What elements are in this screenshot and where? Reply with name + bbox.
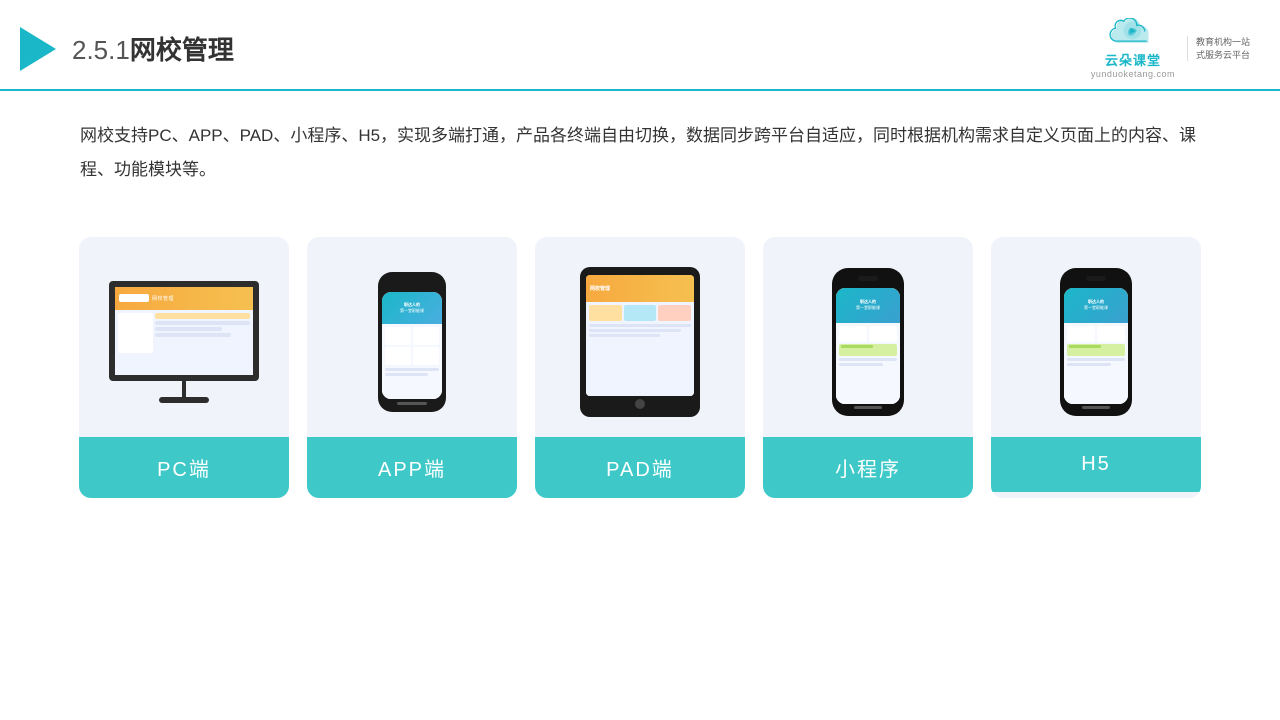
pad-tablet-mockup: 网校管理	[580, 267, 700, 417]
logo-brand-text: 云朵课堂	[1105, 50, 1161, 69]
mini-screen-inner: 职达人的 第一堂职能课	[836, 288, 900, 404]
h5-home-bar	[1082, 406, 1110, 409]
h5-phone-notch	[1086, 276, 1106, 281]
header-left: 2.5.1网校管理	[20, 27, 234, 71]
logo-url-text: yunduoketang.com	[1091, 69, 1175, 79]
card-h5: 职达人的 第一堂职能课	[991, 237, 1201, 498]
mini-phone-screen: 职达人的 第一堂职能课	[836, 288, 900, 404]
phone-notch	[402, 280, 422, 285]
card-pad: 网校管理	[535, 237, 745, 498]
platform-cards-container: 网校管理	[0, 207, 1280, 518]
card-app-label: APP端	[307, 437, 517, 498]
card-h5-image: 职达人的 第一堂职能课	[991, 237, 1201, 437]
page-description: 网校支持PC、APP、PAD、小程序、H5，实现多端打通，产品各终端自由切换，数…	[0, 91, 1280, 197]
phone-screen: 职达人的 第一堂职能课	[382, 292, 442, 399]
logo-tagline: 教育机构一站 式服务云平台	[1187, 36, 1250, 61]
card-h5-label: H5	[991, 437, 1201, 492]
card-pc: 网校管理	[79, 237, 289, 498]
h5-phone-mockup: 职达人的 第一堂职能课	[1060, 268, 1132, 416]
page-header: 2.5.1网校管理 云朵课堂 yunduoketang.com 教育机构一站 式…	[0, 0, 1280, 91]
mini-phone-mockup: 职达人的 第一堂职能课	[832, 268, 904, 416]
section-number: 2.5.1	[72, 35, 130, 65]
card-pc-label: PC端	[79, 437, 289, 498]
phone-home-bar	[397, 402, 427, 405]
app-phone-mockup: 职达人的 第一堂职能课	[378, 272, 446, 412]
logo-area: 云朵课堂 yunduoketang.com 教育机构一站 式服务云平台	[1091, 18, 1250, 79]
card-pad-label: PAD端	[535, 437, 745, 498]
monitor-screen-inner: 网校管理	[115, 287, 253, 375]
mini-phone-notch	[858, 276, 878, 281]
card-mini-label: 小程序	[763, 437, 973, 498]
play-icon	[20, 27, 56, 71]
logo-cloud: 云朵课堂 yunduoketang.com	[1091, 18, 1175, 79]
pc-monitor-mockup: 网校管理	[109, 281, 259, 403]
card-pad-image: 网校管理	[535, 237, 745, 437]
card-mini: 职达人的 第一堂职能课	[763, 237, 973, 498]
page-title: 2.5.1网校管理	[72, 30, 234, 67]
monitor-stand	[182, 381, 186, 397]
card-pc-image: 网校管理	[79, 237, 289, 437]
h5-phone-screen: 职达人的 第一堂职能课	[1064, 288, 1128, 404]
phone-screen-inner: 职达人的 第一堂职能课	[382, 292, 442, 399]
cloud-logo-icon	[1105, 18, 1160, 50]
h5-screen-inner: 职达人的 第一堂职能课	[1064, 288, 1128, 404]
tablet-screen-inner: 网校管理	[586, 275, 694, 396]
card-mini-image: 职达人的 第一堂职能课	[763, 237, 973, 437]
card-app-image: 职达人的 第一堂职能课	[307, 237, 517, 437]
card-app: 职达人的 第一堂职能课	[307, 237, 517, 498]
tablet-home-button	[635, 399, 645, 409]
tablet-screen: 网校管理	[586, 275, 694, 396]
monitor-base	[159, 397, 209, 403]
monitor-screen: 网校管理	[109, 281, 259, 381]
mini-home-bar	[854, 406, 882, 409]
